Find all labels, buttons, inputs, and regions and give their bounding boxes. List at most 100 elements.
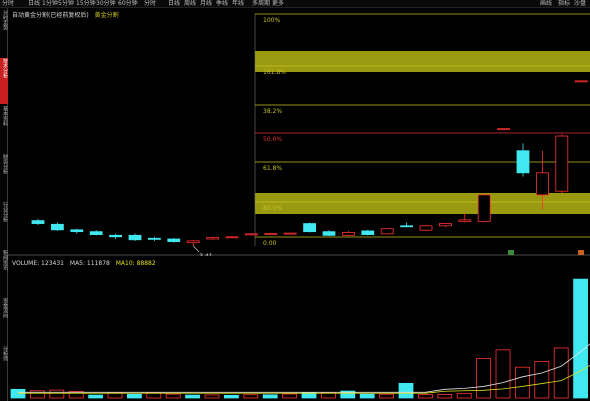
volume-chart-canvas[interactable] (8, 258, 590, 401)
toolbar-item[interactable]: 多周期 (252, 0, 270, 8)
volume-bar (127, 393, 142, 399)
candle-body (128, 234, 142, 241)
volume-bar (204, 394, 220, 399)
candle-body (322, 231, 336, 236)
volume-bar (243, 394, 259, 399)
volume-bar (359, 393, 375, 399)
candle-body (31, 220, 45, 224)
candle-body (147, 237, 161, 240)
candle-body (458, 219, 472, 222)
volume-bar (573, 278, 588, 399)
price-chart-canvas[interactable]: 100% 161.8% 38.2% 50.0% 61.8% 80.0% 0.00 3.41 (8, 8, 590, 256)
volume-bar (456, 392, 472, 399)
toolbar-right-item[interactable]: 沙盘 (574, 0, 586, 8)
candle-body (283, 232, 297, 235)
function-sidebar: 分时走势技术分析基本资料财务分析行业分析新闻资讯资金流向分析师 (0, 8, 8, 401)
volume-bar (514, 366, 530, 399)
sidebar-tab[interactable]: 行业分析 (0, 202, 8, 248)
candle-body (497, 128, 511, 131)
toolbar-right-item[interactable]: 指标 (558, 0, 570, 8)
candle-body (303, 223, 317, 233)
volume-bar (262, 394, 278, 399)
candle-body (167, 238, 181, 242)
sidebar-tab[interactable]: 新闻资讯 (0, 250, 8, 296)
candle-body (264, 233, 278, 235)
fib-level-label: 80.0% (263, 205, 282, 212)
volume-bar (107, 392, 123, 399)
toolbar-item[interactable]: 周线 (184, 0, 196, 8)
volume-bar (417, 394, 433, 399)
toolbar-item[interactable]: 30分钟 (96, 0, 116, 8)
signal-marker (578, 250, 584, 255)
sidebar-tab[interactable]: 基本资料 (0, 106, 8, 152)
volume-bar (534, 361, 550, 399)
candle-body (109, 234, 122, 238)
candle-body (574, 80, 588, 83)
toolbar-item[interactable]: 更多 (272, 0, 284, 8)
fib-level-label: 38.2% (263, 108, 282, 115)
period-toolbar: 分时 日线 1分钟 5分钟 15分钟 30分钟 60分钟 分时 日线 周线 月线 季线 年线 多周期 更多画… (0, 0, 590, 8)
toolbar-item[interactable]: 60分钟 (118, 0, 138, 8)
candle-body (89, 231, 103, 235)
fib-level-label: 161.8% (263, 69, 286, 76)
fib-level-label: 61.8% (263, 165, 282, 172)
fib-indicator-label: 黄金分割 (94, 12, 119, 19)
volume-bar (10, 388, 26, 399)
indicator-title: 自动黄金分割(已经前复权后) (12, 12, 89, 19)
volume-bar (185, 394, 201, 399)
candle-body (51, 223, 64, 231)
candle-body (477, 194, 491, 222)
sidebar-tab[interactable]: 财务分析 (0, 154, 8, 200)
volume-bar (495, 349, 511, 399)
candle-body (536, 172, 549, 196)
candle-body (361, 230, 375, 235)
toolbar-item[interactable]: 日线 (28, 0, 40, 8)
fib-band (255, 51, 590, 72)
volume-legend: VOLUME: 123431 MA5: 111878 MA10: 88882 (12, 260, 156, 267)
volume-bar (398, 382, 414, 399)
sidebar-tab[interactable]: 分时走势 (0, 10, 8, 56)
volume-bar (379, 393, 395, 399)
toolbar-item[interactable]: 年线 (232, 0, 244, 8)
fib-level-label: 0.00 (263, 240, 277, 247)
low-marker (192, 245, 200, 253)
candle-body (438, 223, 452, 227)
volume-bar (88, 394, 103, 399)
toolbar-item[interactable]: 分时 (144, 0, 156, 8)
candle-body (186, 240, 200, 244)
volume-bar (553, 347, 569, 399)
fib-level-label: 50.0% (263, 136, 282, 143)
sidebar-tab[interactable]: 分析师 (0, 346, 8, 392)
price-chart[interactable]: 100% 161.8% 38.2% 50.0% 61.8% 80.0% 0.00 3.41 自… (8, 8, 590, 256)
candle-body (400, 225, 414, 228)
low-price-label: 3.41 (199, 253, 213, 256)
candle-body (206, 237, 220, 240)
volume-value: VOLUME: 123431 (12, 260, 64, 267)
sidebar-tab[interactable]: 技术分析 (0, 58, 8, 104)
toolbar-item[interactable]: 月线 (200, 0, 212, 8)
ma5-value: MA5: 111878 (69, 260, 110, 267)
candle-body (225, 236, 239, 239)
volume-chart[interactable]: VOLUME: 123431 MA5: 111878 MA10: 88882 (8, 258, 590, 401)
candle-body (244, 233, 258, 236)
toolbar-item[interactable]: 5分钟 (58, 0, 74, 8)
toolbar-item[interactable]: 1分钟 (42, 0, 58, 8)
signal-marker (508, 250, 514, 255)
volume-bar (282, 393, 298, 399)
candle-body (419, 225, 433, 231)
volume-bar (223, 394, 239, 399)
toolbar-item[interactable]: 季线 (216, 0, 228, 8)
fib-band (255, 193, 590, 214)
volume-bar (49, 389, 65, 399)
toolbar-item[interactable]: 日线 (168, 0, 180, 8)
fib-level-label: 100% (263, 17, 280, 24)
toolbar-item[interactable]: 分时 (2, 0, 14, 8)
volume-bar (476, 358, 492, 399)
chart-legend: 自动黄金分割(已经前复权后) 黄金分割 (12, 10, 119, 19)
volume-bar (165, 393, 181, 399)
candle-body (70, 229, 84, 233)
sidebar-tab[interactable]: 资金流向 (0, 298, 8, 344)
candle-body (516, 150, 530, 174)
toolbar-item[interactable]: 15分钟 (76, 0, 96, 8)
toolbar-right-item[interactable]: 画线 (540, 0, 552, 8)
